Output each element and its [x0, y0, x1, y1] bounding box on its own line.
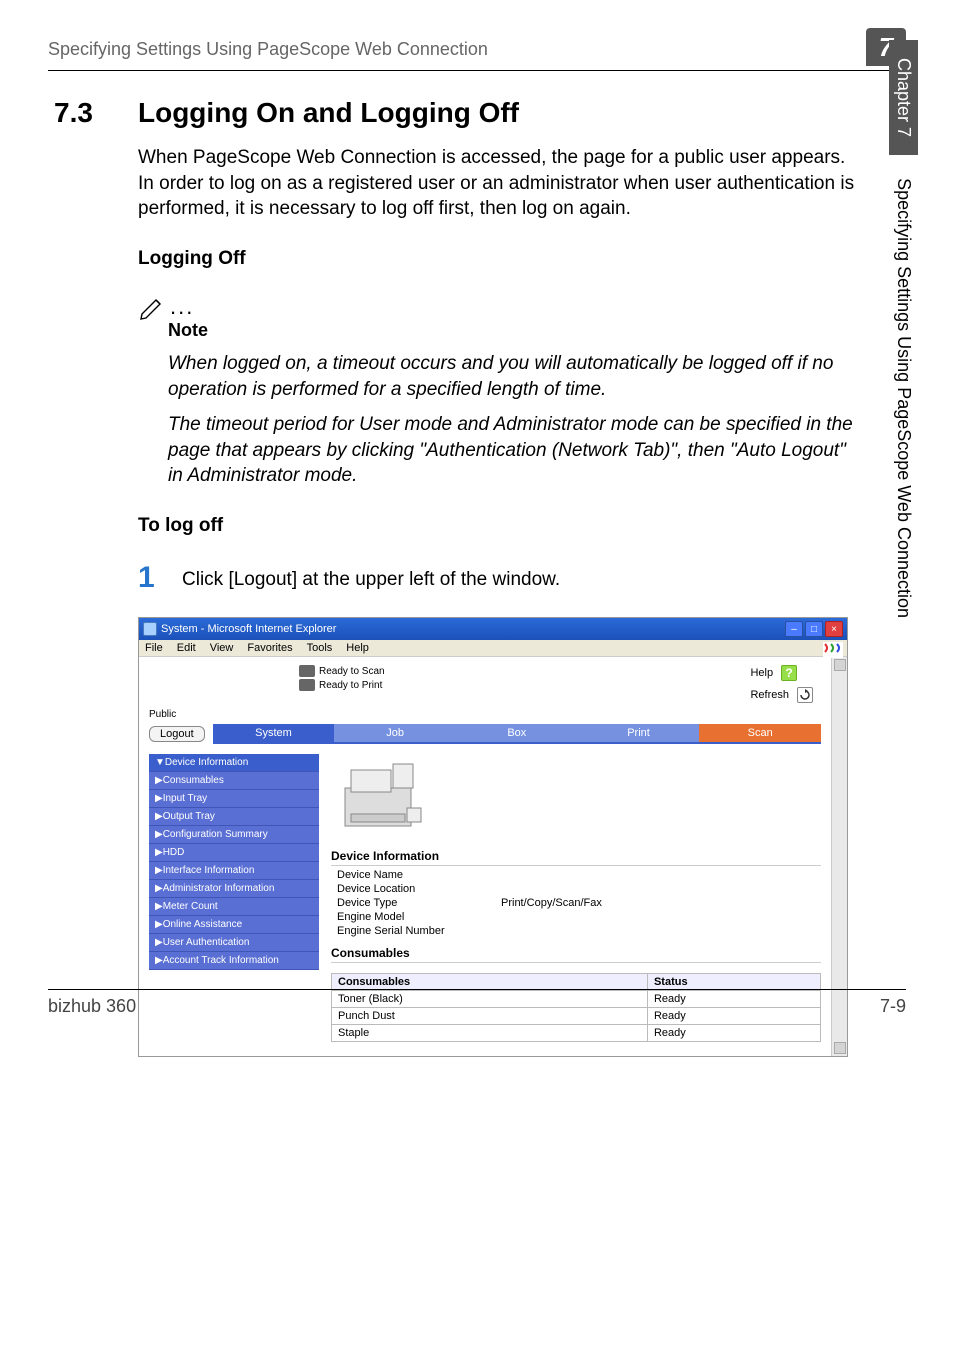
- sidebar-item-configuration-summary[interactable]: ▶Configuration Summary: [149, 826, 319, 844]
- row-engine-model: Engine Model: [331, 910, 821, 924]
- device-info-heading: Device Information: [331, 849, 821, 866]
- sidebar-item-consumables[interactable]: ▶Consumables: [149, 772, 319, 790]
- step-1: 1 Click [Logout] at the upper left of th…: [138, 561, 866, 595]
- subheading-to-log-off: To log off: [138, 515, 866, 537]
- refresh-icon[interactable]: [797, 687, 813, 703]
- tab-box[interactable]: Box: [456, 724, 578, 742]
- section-intro: When PageScope Web Connection is accesse…: [138, 145, 866, 222]
- subheading-logging-off: Logging Off: [138, 248, 866, 270]
- sidebar-item-hdd[interactable]: ▶HDD: [149, 844, 319, 862]
- tab-job[interactable]: Job: [334, 724, 456, 742]
- note-paragraph-1: When logged on, a timeout occurs and you…: [168, 351, 866, 402]
- side-chapter: Chapter 7: [889, 40, 918, 155]
- window-title: System - Microsoft Internet Explorer: [161, 623, 336, 635]
- side-label: Chapter 7 Specifying Settings Using Page…: [889, 40, 918, 618]
- public-label: Public: [149, 709, 821, 720]
- step-number: 1: [138, 561, 182, 595]
- note-block: ... Note When logged on, a timeout occur…: [138, 294, 866, 489]
- row-device-name: Device Name: [331, 868, 821, 882]
- footer-left: bizhub 360: [48, 996, 136, 1017]
- consumables-heading: Consumables: [331, 946, 821, 963]
- menu-tools[interactable]: Tools: [307, 642, 333, 654]
- row-device-type: Device TypePrint/Copy/Scan/Fax: [331, 896, 821, 910]
- logout-button[interactable]: Logout: [149, 726, 205, 742]
- note-paragraph-2: The timeout period for User mode and Adm…: [168, 412, 866, 489]
- section-number: 7.3: [54, 97, 138, 129]
- window-minimize-button[interactable]: –: [785, 621, 803, 637]
- sidebar-item-interface-information[interactable]: ▶Interface Information: [149, 862, 319, 880]
- step-text: Click [Logout] at the upper left of the …: [182, 561, 560, 595]
- section-heading: 7.3 Logging On and Logging Off: [54, 97, 866, 129]
- note-pencil-icon: [138, 294, 168, 320]
- scroll-up-icon[interactable]: [834, 659, 846, 671]
- tab-scan[interactable]: Scan: [699, 724, 821, 742]
- sidebar-item-user-authentication[interactable]: ▶User Authentication: [149, 934, 319, 952]
- section-title: Logging On and Logging Off: [138, 97, 519, 129]
- menu-edit[interactable]: Edit: [177, 642, 196, 654]
- running-title: Specifying Settings Using PageScope Web …: [48, 39, 488, 60]
- note-dots-icon: ...: [170, 294, 194, 320]
- window-titlebar: System - Microsoft Internet Explorer – □…: [139, 618, 847, 640]
- sidebar-item-output-tray[interactable]: ▶Output Tray: [149, 808, 319, 826]
- window-close-button[interactable]: ×: [825, 621, 843, 637]
- printer-illustration-icon: [337, 758, 427, 838]
- sidebar-item-administrator-information[interactable]: ▶Administrator Information: [149, 880, 319, 898]
- sidebar-item-input-tray[interactable]: ▶Input Tray: [149, 790, 319, 808]
- page-footer: bizhub 360 7-9: [48, 989, 906, 1017]
- menu-favorites[interactable]: Favorites: [247, 642, 292, 654]
- sidebar-item-account-track-information[interactable]: ▶Account Track Information: [149, 952, 319, 970]
- menu-help[interactable]: Help: [346, 642, 369, 654]
- page-header: Specifying Settings Using PageScope Web …: [48, 30, 906, 71]
- scan-status: Ready to Scan: [319, 666, 385, 677]
- help-link[interactable]: Help: [750, 667, 773, 679]
- main-tabs: System Job Box Print Scan: [213, 724, 821, 744]
- tab-print[interactable]: Print: [578, 724, 700, 742]
- side-title: Specifying Settings Using PageScope Web …: [894, 178, 914, 618]
- menu-file[interactable]: File: [145, 642, 163, 654]
- row-engine-serial: Engine Serial Number: [331, 924, 821, 938]
- print-status: Ready to Print: [319, 680, 382, 691]
- scroll-down-icon[interactable]: [834, 1042, 846, 1054]
- footer-right: 7-9: [880, 996, 906, 1017]
- menu-view[interactable]: View: [210, 642, 234, 654]
- window-maximize-button[interactable]: □: [805, 621, 823, 637]
- ie-flag-icon: [823, 642, 843, 658]
- refresh-link[interactable]: Refresh: [750, 689, 789, 701]
- print-status-icon: [299, 679, 315, 691]
- note-label: Note: [168, 320, 866, 341]
- row-device-location: Device Location: [331, 882, 821, 896]
- sidebar-item-meter-count[interactable]: ▶Meter Count: [149, 898, 319, 916]
- consumables-col-name: Consumables: [332, 974, 648, 991]
- sidebar-item-online-assistance[interactable]: ▶Online Assistance: [149, 916, 319, 934]
- browser-menubar: File Edit View Favorites Tools Help: [139, 640, 847, 657]
- consumables-col-status: Status: [647, 974, 820, 991]
- scan-status-icon: [299, 665, 315, 677]
- table-row: StapleReady: [332, 1025, 821, 1042]
- tab-system[interactable]: System: [213, 724, 335, 742]
- help-icon[interactable]: ?: [781, 665, 797, 681]
- sidebar-item-device-information[interactable]: ▼Device Information: [149, 754, 319, 772]
- ie-page-icon: [143, 622, 157, 636]
